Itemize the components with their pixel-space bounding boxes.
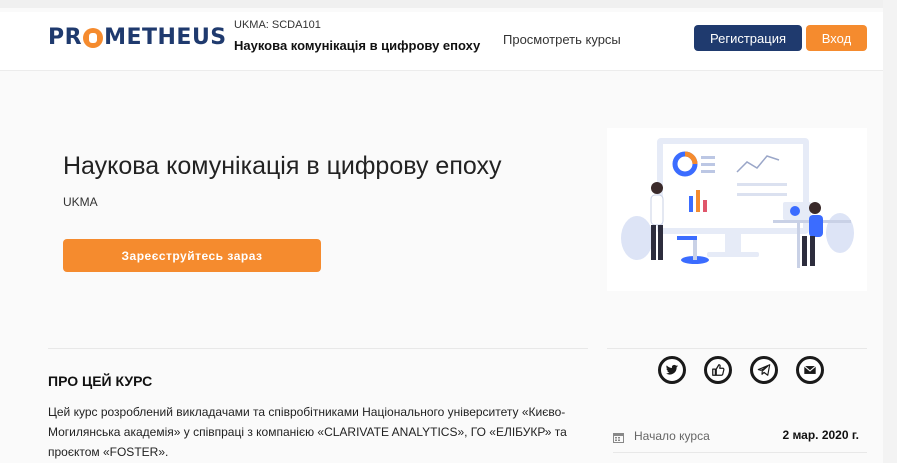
course-illustration — [607, 128, 867, 291]
course-code: UKMA: SCDA101 — [234, 19, 321, 31]
mail-icon[interactable] — [796, 356, 824, 384]
window-top-edge — [0, 0, 897, 8]
prometheus-logo[interactable]: PR METHEUS — [48, 22, 227, 52]
section-divider — [48, 348, 588, 349]
course-start-date: 2 мар. 2020 г. — [782, 428, 859, 442]
telegram-icon[interactable] — [750, 356, 778, 384]
course-start-label: Начало курса — [634, 429, 710, 443]
twitter-icon[interactable] — [658, 356, 686, 384]
logo-pr: PR — [48, 24, 83, 50]
like-icon[interactable] — [704, 356, 732, 384]
window-right-edge — [883, 0, 897, 463]
course-start-row: Начало курса 2 мар. 2020 г. — [613, 420, 867, 453]
about-heading: ПРО ЦЕЙ КУРС — [48, 373, 153, 389]
logo-metheus: METHEUS — [104, 24, 227, 50]
login-button[interactable]: Вход — [806, 25, 867, 51]
course-organization: UKMA — [63, 195, 98, 209]
register-button[interactable]: Регистрация — [694, 25, 802, 51]
course-title: Наукова комунікація в цифрову епоху — [63, 152, 502, 180]
browse-courses-link[interactable]: Просмотреть курсы — [503, 32, 621, 47]
about-text: Цей курс розроблений викладачами та спів… — [48, 405, 567, 459]
site-header: PR METHEUS UKMA: SCDA101 Наукова комуніка… — [0, 12, 883, 71]
sidebar-divider — [607, 348, 867, 349]
course-name: Наукова комунікація в цифрову епоху — [234, 38, 481, 53]
enroll-now-button[interactable]: Зареєструйтесь зараз — [63, 239, 321, 272]
calendar-icon — [613, 433, 624, 443]
logo-bulb-icon — [83, 28, 104, 48]
